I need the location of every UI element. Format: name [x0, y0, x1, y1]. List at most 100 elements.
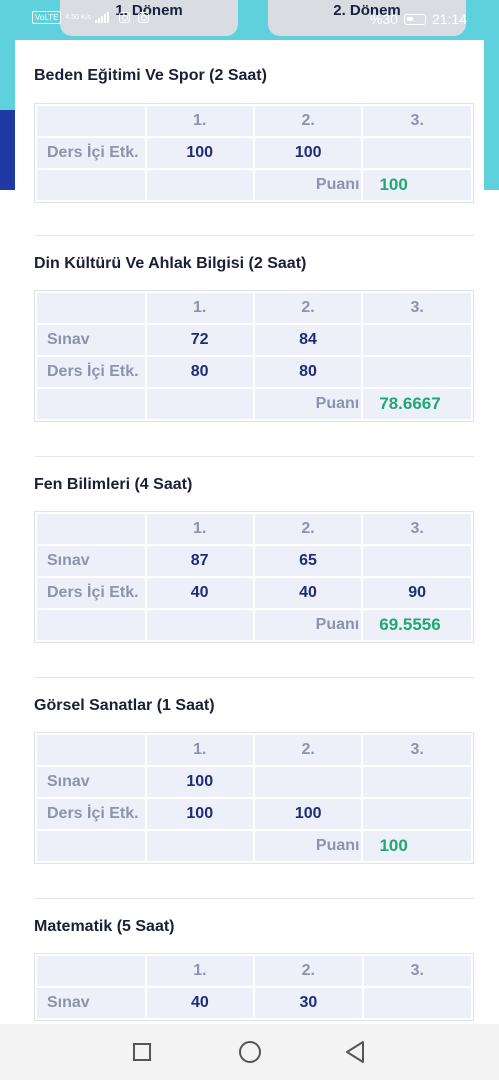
col-header-3: 3. — [361, 512, 473, 546]
grade-table: 1. 2. 3. Sınav 100 Ders İçi Etk. 100 100… — [35, 733, 473, 863]
subject-title: Görsel Sanatlar (1 Saat) — [34, 697, 215, 714]
score-row: Puanı 100 — [35, 829, 473, 863]
score-label: Puanı — [252, 829, 364, 863]
empty-cell — [35, 608, 147, 642]
table-row: Ders İçi Etk. 100 100 — [35, 797, 473, 831]
col-header-2: 2. — [253, 954, 364, 988]
grade-cell — [361, 797, 473, 831]
grade-table: 1. 2. 3. Sınav 87 65 Ders İçi Etk. 40 40… — [35, 512, 473, 642]
col-header-2: 2. — [252, 733, 364, 767]
grade-cell — [361, 765, 473, 799]
col-header-1: 1. — [144, 512, 255, 546]
divider — [35, 677, 474, 678]
score-value: 78.6667 — [361, 387, 473, 421]
col-header-3: 3. — [361, 954, 474, 988]
row-label: Ders İçi Etk. — [35, 136, 147, 170]
grade-cell: 72 — [144, 323, 255, 357]
col-header-2: 2. — [252, 291, 364, 325]
grade-cell: 87 — [144, 544, 255, 578]
back-button[interactable] — [344, 1040, 366, 1064]
grade-cell — [361, 323, 473, 357]
header-row: 1. 2. 3. — [35, 291, 473, 325]
table-row: Sınav 87 65 — [35, 544, 473, 578]
table-row: Sınav 72 84 — [35, 323, 473, 357]
grade-cell — [252, 765, 364, 799]
grade-cell: 40 — [144, 576, 255, 610]
empty-cell — [144, 387, 255, 421]
row-label: Sınav — [35, 986, 147, 1020]
subject-title: Beden Eğitimi Ve Spor (2 Saat) — [34, 67, 267, 84]
score-value: 100 — [361, 168, 473, 202]
grade-cell — [361, 544, 473, 578]
empty-cell — [35, 512, 147, 546]
grade-cell — [361, 355, 473, 389]
col-header-3: 3. — [361, 291, 473, 325]
score-label: Puanı — [252, 387, 364, 421]
table-row: Ders İçi Etk. 100 100 — [35, 136, 473, 170]
home-button[interactable] — [239, 1041, 261, 1063]
empty-cell — [144, 608, 255, 642]
empty-cell — [144, 168, 255, 202]
row-label: Ders İçi Etk. — [35, 355, 147, 389]
row-label: Sınav — [35, 323, 147, 357]
grade-cell: 100 — [252, 797, 364, 831]
grade-cell: 100 — [144, 136, 255, 170]
score-row: Puanı 69.5556 — [35, 608, 473, 642]
status-bar-left: VoLTE 4.50 K/s — [32, 11, 150, 24]
grade-cell — [361, 986, 474, 1020]
score-label: Puanı — [252, 168, 364, 202]
instagram-icon-2 — [138, 12, 150, 23]
network-speed: 4.50 K/s — [65, 14, 92, 21]
empty-cell — [35, 104, 147, 138]
row-label: Sınav — [35, 544, 147, 578]
battery-percent: %30 — [369, 11, 398, 27]
table-row: Ders İçi Etk. 80 80 — [35, 355, 473, 389]
grade-cell — [361, 136, 473, 170]
col-header-3: 3. — [361, 104, 473, 138]
instagram-icon — [119, 12, 131, 23]
subject-title: Din Kültürü Ve Ahlak Bilgisi (2 Saat) — [34, 255, 307, 272]
row-label: Ders İçi Etk. — [35, 576, 147, 610]
grade-cell: 80 — [144, 355, 255, 389]
divider — [35, 235, 474, 236]
col-header-1: 1. — [144, 733, 255, 767]
col-header-1: 1. — [144, 954, 256, 988]
subject-title: Matematik (5 Saat) — [34, 918, 175, 935]
status-bar-right: %30 21:14 — [370, 11, 467, 27]
score-value: 100 — [361, 829, 473, 863]
col-header-1: 1. — [144, 291, 255, 325]
navigation-bar — [0, 1024, 499, 1080]
col-header-3: 3. — [361, 733, 473, 767]
signal-icon — [95, 12, 110, 23]
table-row: Ders İçi Etk. 40 40 90 — [35, 576, 473, 610]
table-row: Sınav 40 30 — [35, 986, 474, 1020]
empty-cell — [35, 829, 147, 863]
grade-cell: 100 — [144, 765, 255, 799]
col-header-1: 1. — [144, 104, 255, 138]
row-label: Sınav — [35, 765, 147, 799]
score-value: 69.5556 — [361, 608, 473, 642]
grade-table: 1. 2. 3. Sınav 40 30 — [35, 954, 474, 1020]
empty-cell — [35, 387, 147, 421]
grade-cell: 30 — [253, 986, 364, 1020]
empty-cell — [35, 291, 147, 325]
score-row: Puanı 78.6667 — [35, 387, 473, 421]
recents-button[interactable] — [133, 1043, 151, 1061]
header-row: 1. 2. 3. — [35, 104, 473, 138]
divider — [35, 456, 474, 457]
score-label: Puanı — [252, 608, 364, 642]
table-row: Sınav 100 — [35, 765, 473, 799]
row-label: Ders İçi Etk. — [35, 797, 147, 831]
empty-cell — [35, 733, 147, 767]
empty-cell — [35, 168, 147, 202]
volte-icon: VoLTE — [32, 11, 62, 24]
subject-title: Fen Bilimleri (4 Saat) — [34, 476, 193, 493]
score-row: Puanı 100 — [35, 168, 473, 202]
status-bar: VoLTE 4.50 K/s %30 21:14 — [0, 0, 499, 40]
clock: 21:14 — [431, 11, 467, 27]
empty-cell — [35, 954, 147, 988]
header-row: 1. 2. 3. — [35, 733, 473, 767]
grade-cell: 100 — [252, 136, 364, 170]
grade-cell: 84 — [252, 323, 364, 357]
grade-cell: 40 — [252, 576, 364, 610]
